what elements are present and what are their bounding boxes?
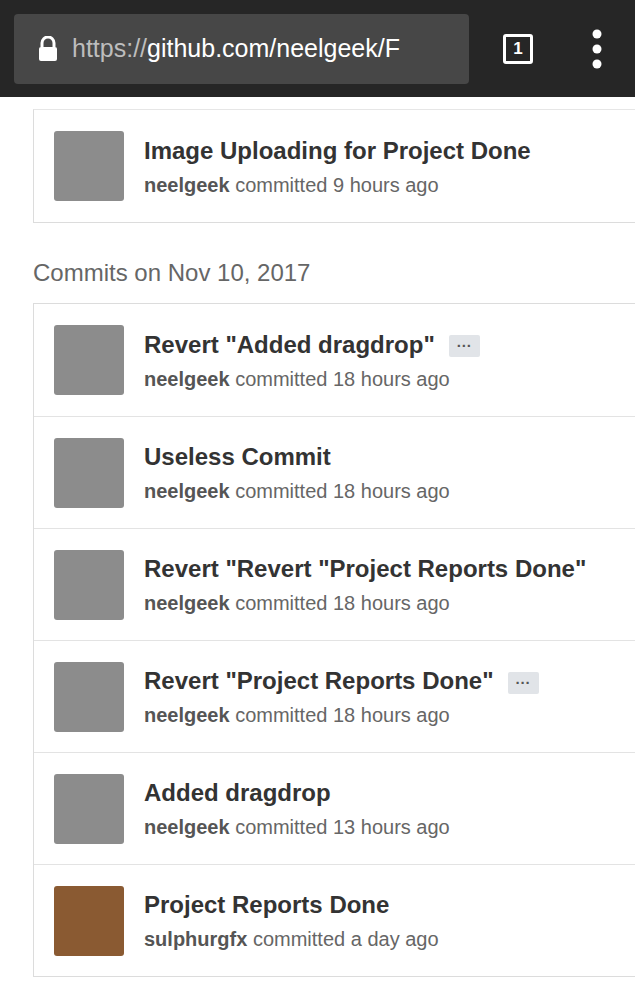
commit-title[interactable]: Project Reports Done [144,890,631,920]
address-bar[interactable]: https://github.com/neelgeek/F [14,14,469,84]
commit-row[interactable]: Revert "Project Reports Done"··· neelgeek… [34,640,635,752]
commit-title[interactable]: Revert "Project Reports Done"··· [144,666,631,696]
commit-title[interactable]: Revert "Added dragdrop"··· [144,330,631,360]
expand-button[interactable]: ··· [508,672,539,694]
author-name[interactable]: neelgeek [144,592,230,614]
commit-info: Revert "Project Reports Done"··· neelgeek… [144,666,631,727]
avatar[interactable] [54,886,124,956]
commit-row[interactable]: Project Reports Done sulphurgfx committed… [34,864,635,976]
avatar[interactable] [54,325,124,395]
commit-info: Revert "Revert "Project Reports Done" nee… [144,554,631,615]
commit-meta: neelgeek committed 18 hours ago [144,592,631,615]
commit-row[interactable]: Image Uploading for Project Done neelgeek… [34,110,635,222]
author-name[interactable]: neelgeek [144,704,230,726]
commit-time: 18 hours ago [333,592,450,614]
commit-action: committed [235,174,327,196]
date-heading: Commits on Nov 10, 2017 [33,259,635,303]
commit-time: 9 hours ago [333,174,439,196]
commit-row[interactable]: Added dragdrop neelgeek committed 13 hour… [34,752,635,864]
screen: https://github.com/neelgeek/F 1 Image Uplo… [0,0,635,999]
commit-meta: neelgeek committed 13 hours ago [144,816,631,839]
author-name[interactable]: neelgeek [144,816,230,838]
commit-time: 13 hours ago [333,816,450,838]
commit-action: committed [235,816,327,838]
commit-list: Revert "Added dragdrop"··· neelgeek commi… [33,303,635,977]
author-name[interactable]: neelgeek [144,480,230,502]
commit-title[interactable]: Revert "Revert "Project Reports Done" [144,554,631,584]
lock-icon [38,36,58,62]
avatar[interactable] [54,438,124,508]
commit-meta: neelgeek committed 18 hours ago [144,480,631,503]
commit-info: Useless Commit neelgeek committed 18 hour… [144,442,631,503]
commit-meta: neelgeek committed 9 hours ago [144,174,631,197]
url-address: github.com/neelgeek/F [147,34,400,62]
commit-meta: neelgeek committed 18 hours ago [144,704,631,727]
url-scheme: https:// [72,34,147,62]
avatar[interactable] [54,131,124,201]
commits-page: Image Uploading for Project Done neelgeek… [0,97,635,977]
commit-action: committed [253,928,345,950]
commit-time: 18 hours ago [333,480,450,502]
author-name[interactable]: neelgeek [144,174,230,196]
tab-count-button[interactable]: 1 [503,34,533,64]
commit-action: committed [235,368,327,390]
avatar[interactable] [54,662,124,732]
commit-time: 18 hours ago [333,368,450,390]
commit-time: 18 hours ago [333,704,450,726]
commit-meta: sulphurgfx committed a day ago [144,928,631,951]
commit-info: Image Uploading for Project Done neelgeek… [144,136,631,197]
commit-row[interactable]: Revert "Revert "Project Reports Done" nee… [34,528,635,640]
commit-title[interactable]: Useless Commit [144,442,631,472]
commit-row[interactable]: Useless Commit neelgeek committed 18 hour… [34,416,635,528]
commit-title[interactable]: Added dragdrop [144,778,631,808]
commit-info: Revert "Added dragdrop"··· neelgeek commi… [144,330,631,391]
commit-action: committed [235,480,327,502]
avatar[interactable] [54,774,124,844]
expand-button[interactable]: ··· [449,335,480,357]
commit-meta: neelgeek committed 18 hours ago [144,368,631,391]
commit-row[interactable]: Revert "Added dragdrop"··· neelgeek commi… [34,304,635,416]
commit-title[interactable]: Image Uploading for Project Done [144,136,631,166]
avatar[interactable] [54,550,124,620]
commit-list: Image Uploading for Project Done neelgeek… [33,109,635,223]
browser-toolbar: https://github.com/neelgeek/F 1 [0,0,635,97]
menu-icon[interactable] [591,29,603,69]
commit-info: Project Reports Done sulphurgfx committed… [144,890,631,951]
commit-time: a day ago [351,928,439,950]
commit-action: committed [235,592,327,614]
commit-action: committed [235,704,327,726]
author-name[interactable]: sulphurgfx [144,928,247,950]
url-text: https://github.com/neelgeek/F [72,34,400,63]
commit-info: Added dragdrop neelgeek committed 13 hour… [144,778,631,839]
author-name[interactable]: neelgeek [144,368,230,390]
